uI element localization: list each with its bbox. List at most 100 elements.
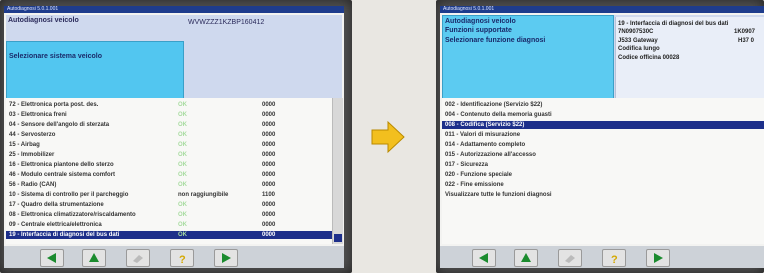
left-list-item-code: 0000 bbox=[262, 122, 276, 128]
left-back-button[interactable] bbox=[40, 249, 64, 267]
right-header-line-3: Selezionare funzione diagnosi bbox=[445, 37, 546, 44]
left-photo: Autodiagnosi 5.0.1.001 Autodiagnosi veic… bbox=[0, 0, 352, 273]
left-list-item-code: 1100 bbox=[262, 192, 276, 198]
left-list-item[interactable]: 72 - Elettronica porta post. des. OK 0000 bbox=[6, 101, 332, 109]
left-list-item[interactable]: 09 - Centrale elettrica/elettronica OK 000… bbox=[6, 221, 332, 229]
left-list-item-status: OK bbox=[178, 222, 187, 228]
right-header-line-1: Autodiagnosi veicolo bbox=[445, 18, 516, 25]
left-list-item-label: 03 - Elettronica freni bbox=[9, 112, 67, 118]
left-list-item-status: OK bbox=[178, 182, 187, 188]
left-list-item-label: 56 - Radio (CAN) bbox=[9, 182, 57, 188]
left-list-item-label: 46 - Modulo centrale sistema comfort bbox=[9, 172, 116, 178]
left-list-item-code: 0000 bbox=[262, 152, 276, 158]
left-scroll-thumb[interactable] bbox=[334, 234, 342, 242]
right-arrow-icon bbox=[371, 120, 405, 154]
svg-text:?: ? bbox=[179, 254, 186, 266]
left-list-item[interactable]: 25 - Immobilizer OK 0000 bbox=[6, 151, 332, 159]
right-back-button[interactable] bbox=[472, 249, 496, 267]
svg-text:?: ? bbox=[611, 254, 618, 266]
right-info-right-1: 1K0907 bbox=[734, 29, 756, 35]
left-scrollbar[interactable] bbox=[332, 98, 343, 244]
left-list-item[interactable]: 08 - Elettronica climatizzatore/riscalda… bbox=[6, 211, 332, 219]
left-list-item-status: OK bbox=[178, 132, 187, 138]
left-prompt: Selezionare sistema veicolo bbox=[9, 53, 102, 60]
left-list-item[interactable]: 17 - Quadro della strumentazione OK 0000 bbox=[6, 201, 332, 209]
left-list-item-label: 10 - Sistema di controllo per il parcheg… bbox=[9, 192, 129, 198]
left-list-item-code: 0000 bbox=[262, 212, 276, 218]
left-window-title: Autodiagnosi 5.0.1.001 bbox=[4, 6, 344, 13]
left-help-button[interactable]: ? bbox=[170, 249, 194, 267]
right-header-line-2: Funzioni supportate bbox=[445, 27, 512, 34]
right-list-item[interactable]: 002 - Identificazione (Servizio $22) bbox=[442, 101, 764, 109]
left-screen: Autodiagnosi 5.0.1.001 Autodiagnosi veic… bbox=[4, 6, 344, 268]
right-help-button[interactable]: ? bbox=[602, 249, 626, 267]
left-list-item-label: 16 - Elettronica piantone dello sterzo bbox=[9, 162, 114, 168]
left-header: Autodiagnosi veicolo WVWZZZ1KZBP160412 S… bbox=[6, 15, 342, 103]
left-list-item-label: 44 - Servosterzo bbox=[9, 132, 56, 138]
left-list-item-code: 0000 bbox=[262, 222, 276, 228]
right-list-item[interactable]: 008 - Codifica (Servizio $22) bbox=[442, 121, 764, 129]
left-list-item-status: OK bbox=[178, 112, 187, 118]
left-list-item-label: 09 - Centrale elettrica/elettronica bbox=[9, 222, 102, 228]
right-photo: Autodiagnosi 5.0.1.001 Autodiagnosi veic… bbox=[436, 0, 764, 273]
left-list-item-status: OK bbox=[178, 102, 187, 108]
left-up-button[interactable] bbox=[82, 249, 106, 267]
left-vin: WVWZZZ1KZBP160412 bbox=[188, 19, 265, 26]
right-function-list[interactable]: 002 - Identificazione (Servizio $22) 004 … bbox=[442, 98, 764, 244]
left-system-list[interactable]: 72 - Elettronica porta post. des. OK 0000 0… bbox=[6, 98, 332, 244]
left-list-item-status: OK bbox=[178, 142, 187, 148]
left-list-item-code: 0000 bbox=[262, 102, 276, 108]
left-list-item-status: OK bbox=[178, 202, 187, 208]
left-list-item-label: 08 - Elettronica climatizzatore/riscalda… bbox=[9, 212, 136, 218]
right-list-item[interactable]: 017 - Sicurezza bbox=[442, 161, 764, 169]
left-list-item[interactable]: 15 - Airbag OK 0000 bbox=[6, 141, 332, 149]
right-up-button[interactable] bbox=[514, 249, 538, 267]
left-list-item-code: 0000 bbox=[262, 142, 276, 148]
left-list-item-label: 17 - Quadro della strumentazione bbox=[9, 202, 104, 208]
right-info-right-2: H37 0 bbox=[738, 38, 755, 44]
left-list-item-label: 04 - Sensore dell'angolo di sterzata bbox=[9, 122, 110, 128]
left-list-item[interactable]: 44 - Servosterzo OK 0000 bbox=[6, 131, 332, 139]
left-list-item-code: 0000 bbox=[262, 232, 276, 238]
right-prompt-box: Autodiagnosi veicolo Funzioni supportate… bbox=[442, 15, 614, 103]
left-list-item[interactable]: 10 - Sistema di controllo per il parcheg… bbox=[6, 191, 332, 199]
left-list-item-status: OK bbox=[178, 172, 187, 178]
left-list-item[interactable]: 56 - Radio (CAN) OK 0000 bbox=[6, 181, 332, 189]
right-list-item[interactable]: Visualizzare tutte le funzioni diagnosi bbox=[442, 191, 764, 199]
right-list-item[interactable]: 004 - Contenuto della memoria guasti bbox=[442, 111, 764, 119]
left-header-title: Autodiagnosi veicolo bbox=[8, 17, 79, 24]
right-list-item[interactable]: 020 - Funzione speciale bbox=[442, 171, 764, 179]
left-list-item-label: 15 - Airbag bbox=[9, 142, 40, 148]
left-list-item-status: non raggiungibile bbox=[178, 192, 229, 198]
right-eraser-button[interactable] bbox=[558, 249, 582, 267]
right-info-panel: 19 - Interfaccia di diagnosi del bus dat… bbox=[615, 17, 764, 99]
left-list-item-code: 0000 bbox=[262, 162, 276, 168]
left-list-item-label: 19 - Interfaccia di diagnosi del bus dat… bbox=[9, 232, 120, 238]
right-info-line-4: Codifica lungo bbox=[618, 46, 660, 53]
left-list-item-code: 0000 bbox=[262, 202, 276, 208]
right-list-item[interactable]: 011 - Valori di misurazione bbox=[442, 131, 764, 139]
left-list-item-status: OK bbox=[178, 232, 187, 238]
right-button-bar: ? bbox=[440, 246, 764, 268]
right-list-item[interactable]: 014 - Adattamento completo bbox=[442, 141, 764, 149]
left-button-bar: ? bbox=[4, 246, 344, 268]
right-list-item[interactable]: 015 - Autorizzazione all'accesso bbox=[442, 151, 764, 159]
left-list-item-code: 0000 bbox=[262, 182, 276, 188]
left-eraser-button[interactable] bbox=[126, 249, 150, 267]
right-forward-button[interactable] bbox=[646, 249, 670, 267]
left-forward-button[interactable] bbox=[214, 249, 238, 267]
left-list-item[interactable]: 03 - Elettronica freni OK 0000 bbox=[6, 111, 332, 119]
left-list-item[interactable]: 04 - Sensore dell'angolo di sterzata OK 00… bbox=[6, 121, 332, 129]
left-list-item-status: OK bbox=[178, 162, 187, 168]
left-list-item-status: OK bbox=[178, 212, 187, 218]
right-window-title: Autodiagnosi 5.0.1.001 bbox=[440, 6, 764, 13]
right-list-item[interactable]: 022 - Fine emissione bbox=[442, 181, 764, 189]
left-list-item-status: OK bbox=[178, 122, 187, 128]
left-list-item[interactable]: 16 - Elettronica piantone dello sterzo OK… bbox=[6, 161, 332, 169]
left-prompt-box: Selezionare sistema veicolo bbox=[6, 41, 184, 103]
left-list-item[interactable]: 19 - Interfaccia di diagnosi del bus dat… bbox=[6, 231, 332, 239]
left-list-item-label: 25 - Immobilizer bbox=[9, 152, 55, 158]
right-header: Autodiagnosi veicolo Funzioni supportate… bbox=[442, 15, 764, 103]
left-list-item-label: 72 - Elettronica porta post. des. bbox=[9, 102, 99, 108]
left-list-item[interactable]: 46 - Modulo centrale sistema comfort OK 00… bbox=[6, 171, 332, 179]
